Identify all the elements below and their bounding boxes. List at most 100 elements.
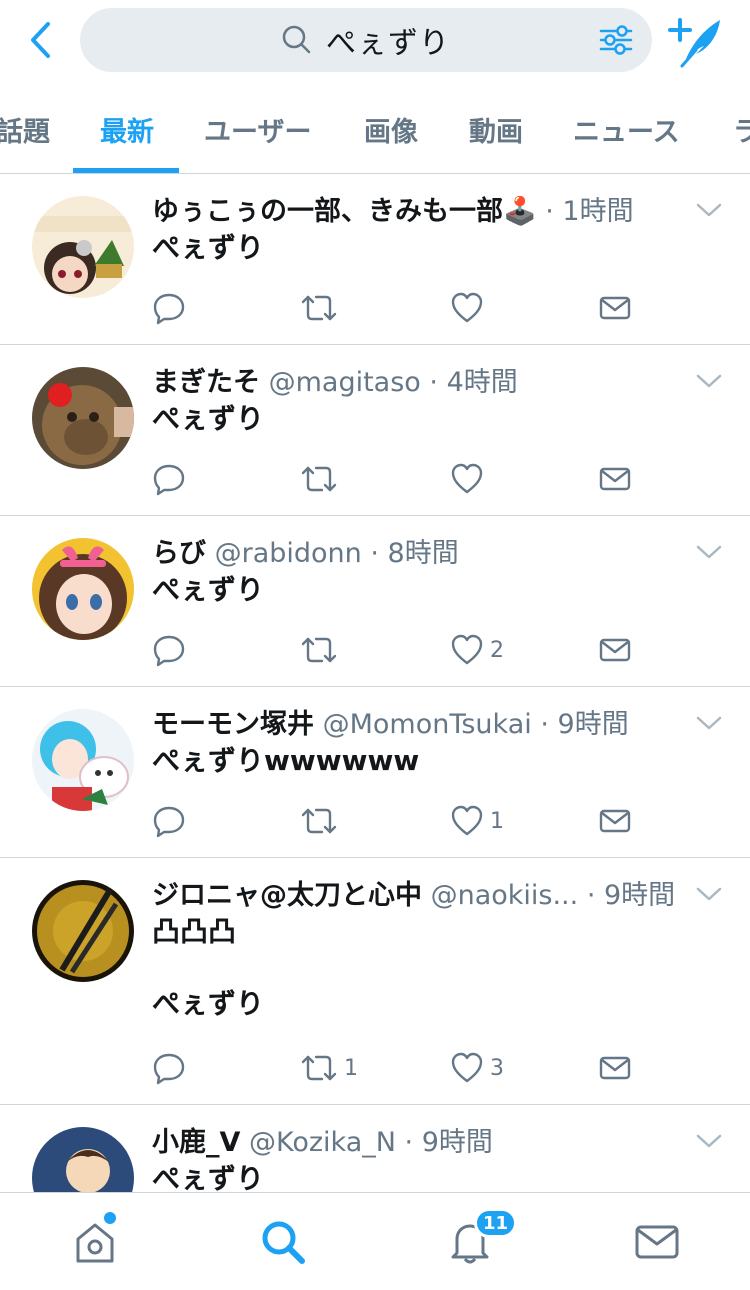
reply-button[interactable] — [152, 459, 192, 499]
retweet-button[interactable]: 1 — [300, 1048, 358, 1088]
avatar[interactable] — [32, 709, 134, 811]
tweet-text: ぺぇずり — [152, 573, 265, 606]
envelope-icon — [599, 467, 631, 491]
retweet-button[interactable] — [300, 801, 344, 841]
user-handle[interactable]: @Kozika_N — [249, 1127, 396, 1158]
search-field[interactable]: ぺぇずり — [80, 8, 652, 72]
display-name[interactable]: らび — [152, 538, 206, 569]
direct-message-button[interactable] — [598, 288, 632, 328]
tab-users[interactable]: ユーザー — [204, 110, 311, 149]
tweet-item[interactable]: らび @rabidonn · 8時間 ぺぇずり 2 — [0, 516, 750, 687]
chevron-down-icon[interactable] — [694, 882, 724, 906]
tweet-time: 1時間 — [562, 196, 634, 227]
like-count: 1 — [490, 808, 504, 834]
retweet-button[interactable] — [300, 288, 344, 328]
retweet-button[interactable] — [300, 459, 344, 499]
reply-icon — [153, 293, 185, 325]
display-name[interactable]: ゆぅこぅの一部、きみも一部🕹️ — [152, 196, 537, 227]
nav-home[interactable] — [70, 1217, 120, 1267]
tweet-actions: 2 — [152, 630, 652, 670]
chevron-down-icon[interactable] — [694, 1129, 724, 1153]
notification-badge: 11 — [474, 1208, 518, 1238]
tweet-item[interactable]: モーモン塚井 @MomonTsukai · 9時間 ぺぇずりwwwwww 1 — [0, 687, 750, 858]
reply-button[interactable] — [152, 288, 192, 328]
reply-button[interactable] — [152, 801, 192, 841]
direct-message-button[interactable] — [598, 801, 632, 841]
like-button[interactable]: 2 — [450, 630, 504, 670]
display-name[interactable]: ジロニャ@太刀と心中 — [152, 880, 422, 911]
chevron-down-icon[interactable] — [694, 369, 724, 393]
retweet-icon — [301, 1055, 337, 1081]
envelope-icon — [599, 296, 631, 320]
search-query: ぺぇずり — [326, 26, 450, 61]
user-handle[interactable]: @naokiis... — [431, 880, 579, 911]
like-button[interactable] — [450, 288, 490, 328]
user-handle[interactable]: @MomonTsukai — [323, 709, 532, 740]
tweet-item[interactable]: ジロニャ@太刀と心中 @naokiis... · 9時間 凸凸凸 ぺぇずり 1 … — [0, 858, 750, 1105]
filter-sliders-icon — [599, 25, 633, 55]
retweet-icon — [301, 466, 337, 492]
top-bar: ぺぇずり — [0, 0, 750, 82]
direct-message-button[interactable] — [598, 459, 632, 499]
envelope-icon — [599, 809, 631, 833]
display-name[interactable]: まぎたそ — [152, 367, 260, 398]
search-tabs: 話題 最新 ユーザー 画像 動画 ニュース ラ — [0, 82, 750, 174]
reply-icon — [153, 806, 185, 838]
tweet-item[interactable]: 小鹿_V @Kozika_N · 9時間 ぺぇずり — [0, 1105, 750, 1192]
heart-icon — [451, 805, 483, 836]
chevron-down-icon[interactable] — [694, 711, 724, 735]
tab-more[interactable]: ラ — [733, 110, 750, 149]
compose-button[interactable] — [666, 14, 726, 70]
tab-latest[interactable]: 最新 — [100, 110, 154, 149]
tab-images[interactable]: 画像 — [364, 110, 418, 149]
reply-button[interactable] — [152, 630, 192, 670]
reply-button[interactable] — [152, 1048, 192, 1088]
retweet-icon — [301, 808, 337, 834]
user-handle[interactable]: @rabidonn — [215, 538, 362, 569]
reply-icon — [153, 635, 185, 667]
tweet-time: 9時間 — [603, 880, 676, 911]
user-handle[interactable]: @magitaso — [269, 367, 421, 398]
tweet-feed[interactable]: ゆぅこぅの一部、きみも一部🕹️ · 1時間 ぺぇずり まぎたそ @magitas… — [0, 174, 750, 1192]
like-count: 2 — [490, 637, 504, 663]
chevron-down-icon[interactable] — [694, 198, 724, 222]
tweet-item[interactable]: ゆぅこぅの一部、きみも一部🕹️ · 1時間 ぺぇずり — [0, 174, 750, 345]
avatar[interactable] — [32, 367, 134, 469]
bottom-tab-bar — [0, 1192, 750, 1290]
chevron-down-icon[interactable] — [694, 540, 724, 564]
active-tab-indicator — [73, 168, 179, 173]
nav-search[interactable] — [258, 1217, 308, 1267]
back-button[interactable] — [22, 18, 58, 62]
like-button[interactable]: 3 — [450, 1048, 504, 1088]
avatar[interactable] — [32, 196, 134, 298]
tab-top[interactable]: 話題 — [0, 110, 50, 149]
avatar[interactable] — [32, 538, 134, 640]
tab-news[interactable]: ニュース — [573, 110, 680, 149]
tweet-time: 9時間 — [557, 709, 629, 740]
search-icon — [282, 25, 311, 54]
tweet-header: らび @rabidonn · 8時間 — [152, 538, 459, 569]
tweet-header: まぎたそ @magitaso · 4時間 — [152, 367, 518, 398]
search-icon — [262, 1221, 305, 1264]
tweet-header: モーモン塚井 @MomonTsukai · 9時間 — [152, 709, 629, 740]
tweet-text: 凸凸凸 ぺぇずり — [152, 915, 265, 1020]
filter-button[interactable] — [598, 22, 634, 58]
nav-messages[interactable] — [632, 1217, 682, 1267]
tab-videos[interactable]: 動画 — [469, 110, 523, 149]
home-unread-dot — [104, 1212, 116, 1224]
direct-message-button[interactable] — [598, 630, 632, 670]
heart-icon — [451, 634, 483, 665]
avatar[interactable] — [32, 1127, 134, 1192]
envelope-icon — [599, 1056, 631, 1080]
retweet-button[interactable] — [300, 630, 344, 670]
tweet-item[interactable]: まぎたそ @magitaso · 4時間 ぺぇずり — [0, 345, 750, 516]
avatar[interactable] — [32, 880, 134, 982]
display-name[interactable]: モーモン塚井 — [152, 709, 314, 740]
direct-message-button[interactable] — [598, 1048, 632, 1088]
heart-icon — [451, 292, 483, 323]
reply-icon — [153, 464, 185, 496]
envelope-icon — [599, 638, 631, 662]
display-name[interactable]: 小鹿_V — [152, 1127, 240, 1158]
like-button[interactable]: 1 — [450, 801, 504, 841]
like-button[interactable] — [450, 459, 490, 499]
